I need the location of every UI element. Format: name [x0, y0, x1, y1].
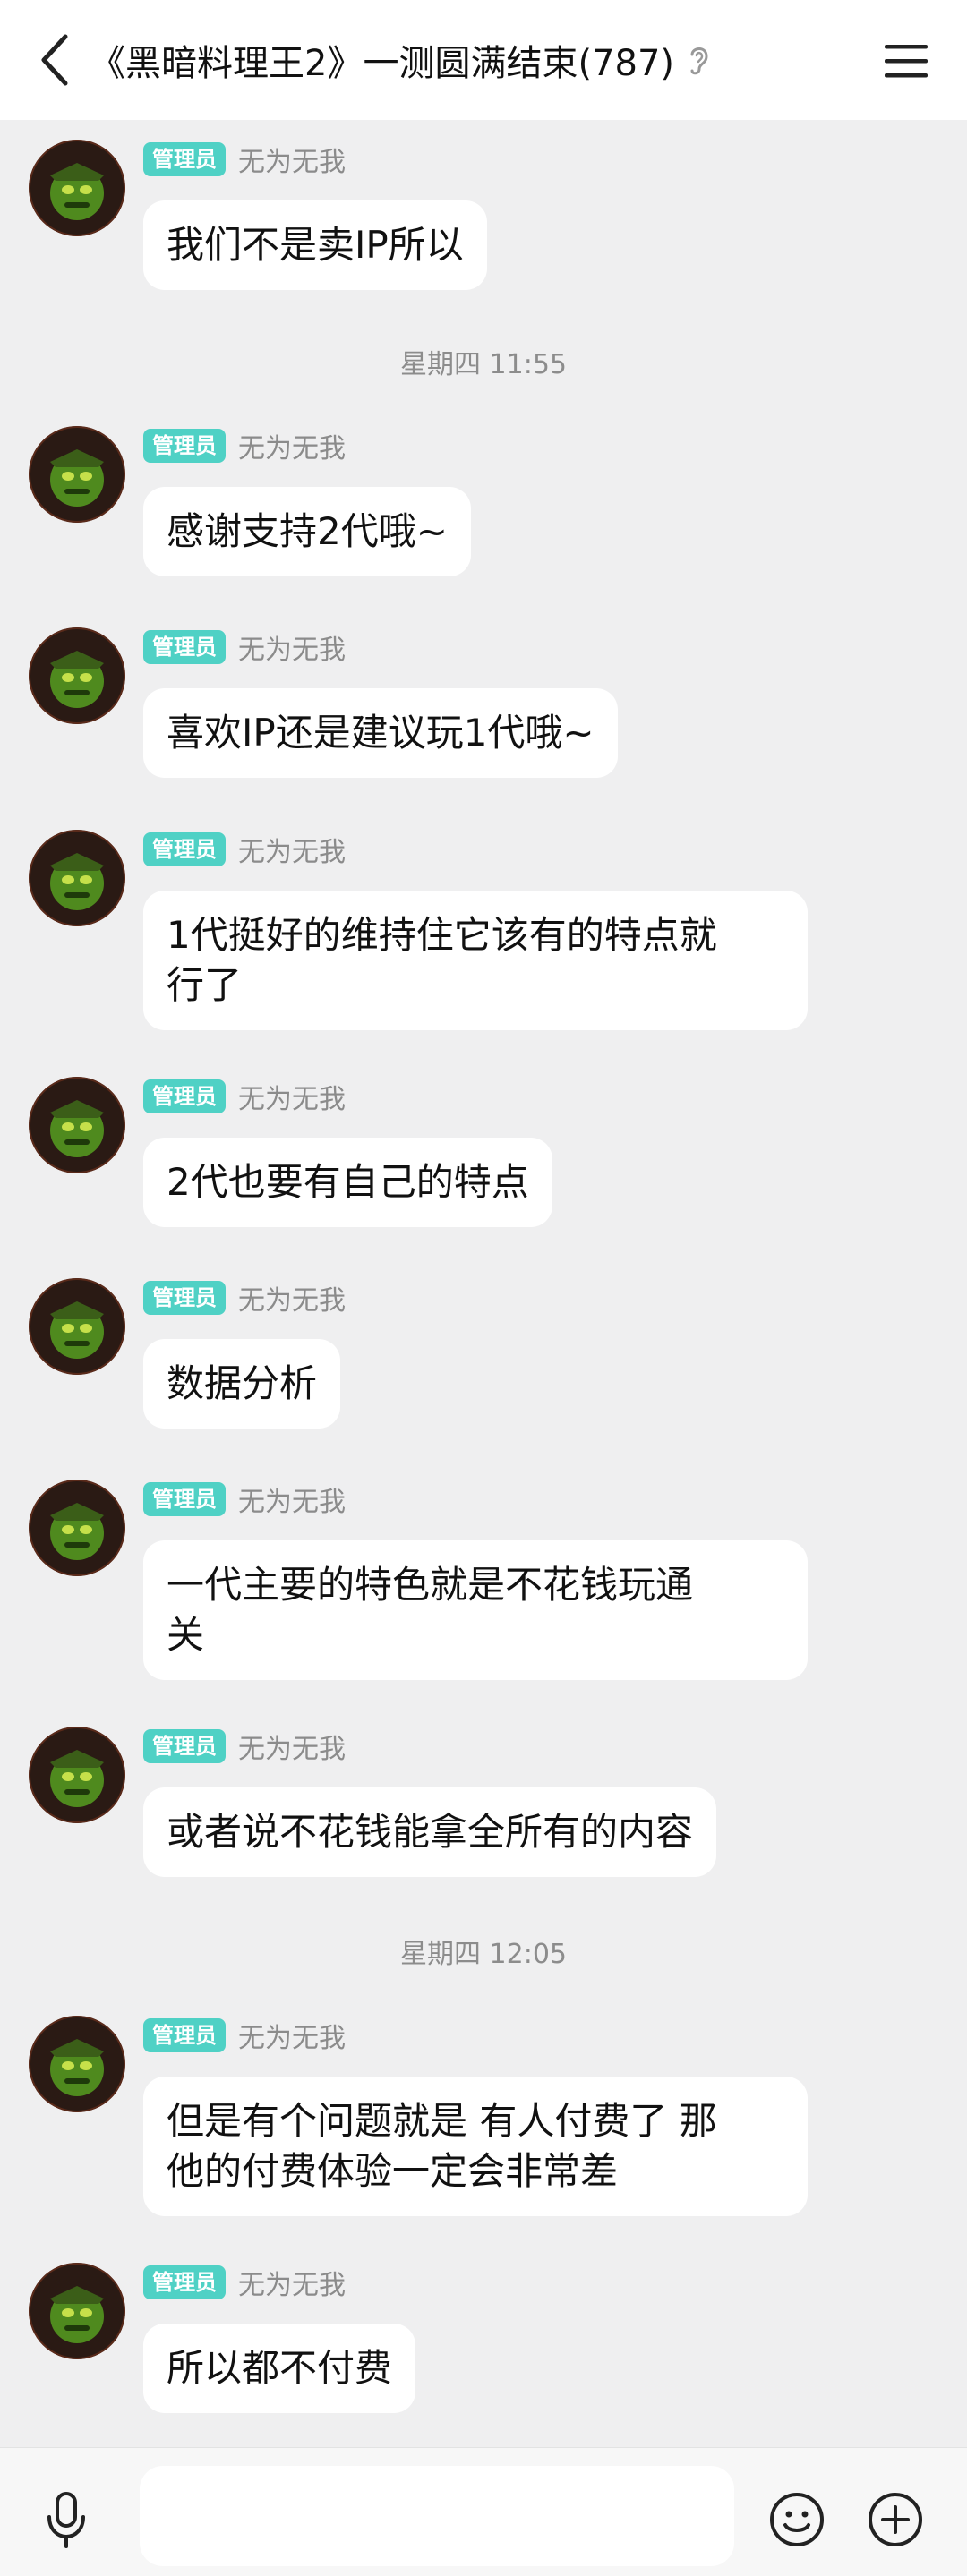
avatar[interactable] [29, 1077, 125, 1173]
title-area[interactable]: 《黑暗料理王2》一测圆满结束(787) [90, 0, 770, 120]
menu-button[interactable] [881, 36, 931, 86]
sender-name[interactable]: 无为无我 [238, 2263, 346, 2302]
avatar[interactable] [29, 2263, 125, 2359]
message-bubble[interactable]: 一代主要的特色就是不花钱玩通 关 [143, 1540, 808, 1680]
message-meta: 管理员 无为无我 [143, 1077, 346, 1116]
message-bubble[interactable]: 喜欢IP还是建议玩1代哦~ [143, 688, 618, 778]
ear-icon [687, 42, 712, 78]
group-title: 《黑暗料理王2》一测圆满结束(787) [90, 43, 675, 84]
avatar[interactable] [29, 426, 125, 523]
chat-messages: 管理员 无为无我 我们不是卖IP所以 星期四 11:55 管理员 无为无我 感谢… [0, 120, 967, 2447]
message-bubble[interactable]: 但是有个问题就是 有人付费了 那 他的付费体验一定会非常差 [143, 2077, 808, 2216]
sender-name[interactable]: 无为无我 [238, 830, 346, 869]
sender-name[interactable]: 无为无我 [238, 1278, 346, 1318]
message-meta: 管理员 无为无我 [143, 627, 346, 667]
sender-name[interactable]: 无为无我 [238, 1727, 346, 1766]
message-meta: 管理员 无为无我 [143, 426, 346, 465]
emoji-button[interactable] [768, 2491, 826, 2548]
sender-name[interactable]: 无为无我 [238, 140, 346, 179]
avatar[interactable] [29, 2016, 125, 2112]
timestamp: 星期四 11:55 [400, 349, 567, 380]
message-line: 但是有个问题就是 有人付费了 那 [167, 2099, 717, 2143]
admin-badge: 管理员 [143, 1482, 226, 1516]
message-bubble[interactable]: 或者说不花钱能拿全所有的内容 [143, 1787, 717, 1877]
sender-name[interactable]: 无为无我 [238, 2016, 346, 2055]
message-meta: 管理员 无为无我 [143, 2016, 346, 2055]
message-bubble[interactable]: 2代也要有自己的特点 [143, 1138, 552, 1227]
message-bubble[interactable]: 我们不是卖IP所以 [143, 200, 487, 290]
avatar[interactable] [29, 1480, 125, 1576]
plus-circle-icon [869, 2493, 922, 2546]
message-meta: 管理员 无为无我 [143, 1278, 346, 1318]
chat-header: 《黑暗料理王2》一测圆满结束(787) [0, 0, 967, 120]
message-input[interactable] [140, 2466, 734, 2566]
admin-badge: 管理员 [143, 142, 226, 176]
message-meta: 管理员 无为无我 [143, 1727, 346, 1766]
avatar[interactable] [29, 1278, 125, 1375]
more-button[interactable] [867, 2491, 924, 2548]
admin-badge: 管理员 [143, 429, 226, 463]
back-button[interactable] [27, 29, 81, 91]
message-line: 一代主要的特色就是不花钱玩通 [167, 1563, 694, 1607]
message-bubble[interactable]: 1代挺好的维持住它该有的特点就 行了 [143, 891, 808, 1030]
message-bubble[interactable]: 所以都不付费 [143, 2324, 416, 2413]
microphone-icon [47, 2492, 85, 2548]
message-line: 1代挺好的维持住它该有的特点就 [167, 913, 717, 957]
admin-badge: 管理员 [143, 832, 226, 866]
message-meta: 管理员 无为无我 [143, 830, 346, 869]
admin-badge: 管理员 [143, 2265, 226, 2299]
input-bar [0, 2447, 967, 2576]
message-bubble[interactable]: 数据分析 [143, 1339, 341, 1429]
admin-badge: 管理员 [143, 1079, 226, 1113]
message-meta: 管理员 无为无我 [143, 140, 346, 179]
sender-name[interactable]: 无为无我 [238, 1077, 346, 1116]
message-meta: 管理员 无为无我 [143, 2263, 346, 2302]
admin-badge: 管理员 [143, 1281, 226, 1315]
message-meta: 管理员 无为无我 [143, 1480, 346, 1519]
sender-name[interactable]: 无为无我 [238, 1480, 346, 1519]
sender-name[interactable]: 无为无我 [238, 627, 346, 667]
voice-button[interactable] [39, 2487, 93, 2552]
smiley-icon [770, 2493, 824, 2546]
timestamp: 星期四 12:05 [400, 1939, 567, 1970]
avatar[interactable] [29, 830, 125, 926]
avatar[interactable] [29, 140, 125, 236]
avatar[interactable] [29, 627, 125, 724]
message-bubble[interactable]: 感谢支持2代哦~ [143, 487, 471, 576]
message-line: 他的付费体验一定会非常差 [167, 2149, 619, 2193]
chevron-left-icon [41, 34, 68, 86]
admin-badge: 管理员 [143, 2018, 226, 2052]
admin-badge: 管理员 [143, 630, 226, 664]
message-line: 关 [167, 1613, 205, 1657]
admin-badge: 管理员 [143, 1729, 226, 1763]
avatar[interactable] [29, 1727, 125, 1823]
message-line: 行了 [167, 963, 243, 1007]
hamburger-menu-icon [885, 45, 928, 78]
sender-name[interactable]: 无为无我 [238, 426, 346, 465]
